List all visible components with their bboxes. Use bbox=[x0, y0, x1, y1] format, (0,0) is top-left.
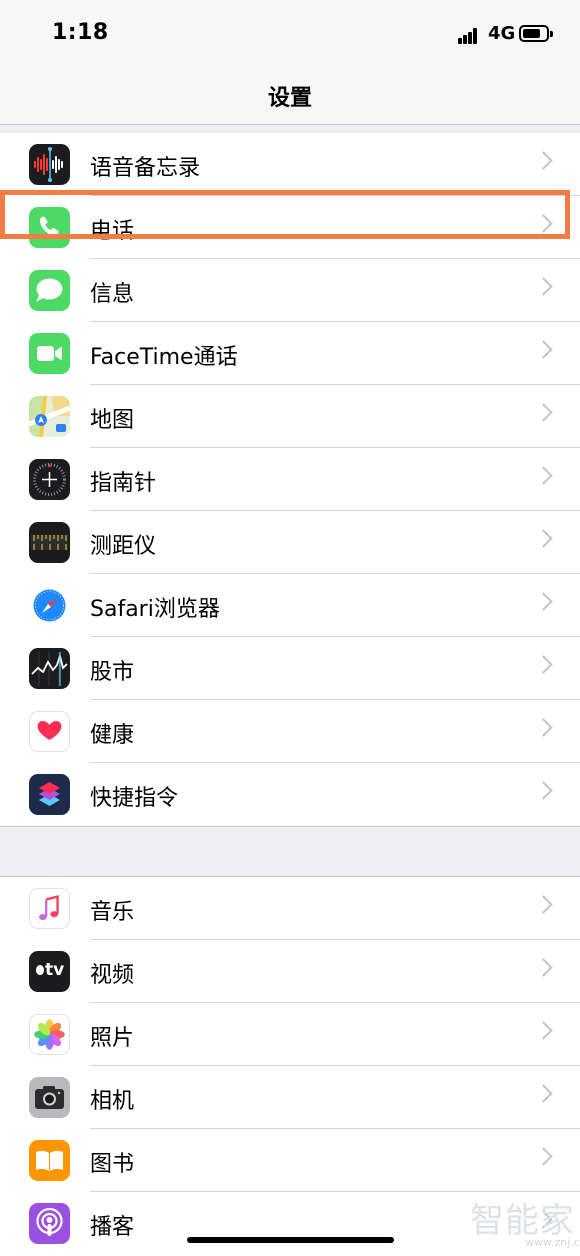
shortcuts-icon bbox=[29, 774, 70, 815]
chevron-right-icon bbox=[534, 1147, 553, 1166]
settings-row-label: 照片 bbox=[90, 1026, 135, 1051]
chevron-right-icon bbox=[534, 895, 553, 914]
maps-icon bbox=[29, 396, 70, 437]
settings-row-tv[interactable]: tv 视频 bbox=[0, 940, 580, 1003]
watermark-text: 智能家 bbox=[470, 1201, 575, 1241]
home-indicator[interactable] bbox=[187, 1237, 394, 1243]
apple-logo-icon bbox=[36, 965, 44, 975]
settings-row-health[interactable]: 健康 bbox=[0, 700, 580, 763]
settings-row-measure[interactable]: 测距仪 bbox=[0, 511, 580, 574]
stocks-icon bbox=[29, 648, 70, 689]
navigation-bar: 设置 bbox=[0, 64, 580, 125]
status-bar: 1:18 4G bbox=[0, 0, 580, 64]
settings-row-label: 电话 bbox=[90, 219, 135, 244]
settings-row-photos[interactable]: 照片 bbox=[0, 1003, 580, 1066]
settings-row-stocks[interactable]: 股市 bbox=[0, 637, 580, 700]
settings-row-label: 股市 bbox=[90, 660, 135, 685]
chevron-right-icon bbox=[534, 403, 553, 422]
settings-row-safari[interactable]: Safari浏览器 bbox=[0, 574, 580, 637]
settings-row-label: 测距仪 bbox=[90, 534, 157, 559]
chevron-right-icon bbox=[534, 1084, 553, 1103]
facetime-icon bbox=[29, 333, 70, 374]
network-type: 4G bbox=[488, 23, 516, 44]
settings-row-shortcuts[interactable]: 快捷指令 bbox=[0, 763, 580, 826]
settings-row-phone[interactable]: 电话 bbox=[0, 196, 580, 259]
settings-row-label: 视频 bbox=[90, 963, 135, 988]
safari-icon bbox=[29, 585, 70, 626]
compass-icon bbox=[29, 459, 70, 500]
settings-row-label: Safari浏览器 bbox=[90, 597, 220, 622]
settings-row-music[interactable]: 音乐 bbox=[0, 877, 580, 940]
settings-row-maps[interactable]: 地图 bbox=[0, 385, 580, 448]
settings-row-label: FaceTime通话 bbox=[90, 345, 238, 370]
chevron-right-icon bbox=[534, 655, 553, 674]
podcasts-icon bbox=[29, 1203, 70, 1244]
page-title: 设置 bbox=[267, 86, 312, 111]
chevron-right-icon bbox=[534, 781, 553, 800]
health-icon bbox=[29, 711, 70, 752]
settings-row-label: 地图 bbox=[90, 408, 135, 433]
battery-icon bbox=[519, 25, 553, 42]
music-icon bbox=[29, 888, 70, 929]
phone-icon bbox=[29, 207, 70, 248]
settings-row-label: 信息 bbox=[90, 282, 135, 307]
battery-level bbox=[523, 29, 540, 38]
chevron-right-icon bbox=[534, 466, 553, 485]
messages-icon bbox=[29, 270, 70, 311]
chevron-right-icon bbox=[534, 958, 553, 977]
chevron-right-icon bbox=[534, 151, 553, 170]
camera-icon bbox=[29, 1077, 70, 1118]
chevron-right-icon bbox=[534, 1021, 553, 1040]
chevron-right-icon bbox=[534, 340, 553, 359]
settings-row-label: 播客 bbox=[90, 1215, 135, 1240]
settings-row-label: 音乐 bbox=[90, 900, 135, 925]
settings-row-label: 健康 bbox=[90, 723, 135, 748]
settings-row-messages[interactable]: 信息 bbox=[0, 259, 580, 322]
chevron-right-icon bbox=[534, 529, 553, 548]
watermark-url: www.znj.com bbox=[525, 1236, 580, 1249]
cellular-signal-icon bbox=[458, 26, 482, 44]
settings-row-camera[interactable]: 相机 bbox=[0, 1066, 580, 1129]
settings-row-books[interactable]: 图书 bbox=[0, 1129, 580, 1192]
settings-row-label: 相机 bbox=[90, 1089, 135, 1114]
photos-icon bbox=[29, 1014, 70, 1055]
tv-icon-text: tv bbox=[45, 960, 65, 980]
settings-row-label: 指南针 bbox=[90, 471, 157, 496]
settings-row-label: 图书 bbox=[90, 1152, 135, 1177]
status-time: 1:18 bbox=[52, 20, 109, 45]
measure-icon bbox=[29, 522, 70, 563]
books-icon bbox=[29, 1140, 70, 1181]
chevron-right-icon bbox=[534, 277, 553, 296]
tv-icon: tv bbox=[29, 951, 70, 992]
chevron-right-icon bbox=[534, 592, 553, 611]
settings-row-compass[interactable]: 指南针 bbox=[0, 448, 580, 511]
settings-group-apps: 语音备忘录 电话 信息 FaceTime通话 地图 指南针 测距仪 Safari… bbox=[0, 133, 580, 827]
settings-row-voice-memos[interactable]: 语音备忘录 bbox=[0, 133, 580, 196]
chevron-right-icon bbox=[534, 214, 553, 233]
voice-memos-icon bbox=[29, 144, 70, 185]
settings-row-facetime[interactable]: FaceTime通话 bbox=[0, 322, 580, 385]
chevron-right-icon bbox=[534, 718, 553, 737]
settings-row-label: 快捷指令 bbox=[90, 786, 179, 811]
settings-row-label: 语音备忘录 bbox=[90, 156, 201, 181]
